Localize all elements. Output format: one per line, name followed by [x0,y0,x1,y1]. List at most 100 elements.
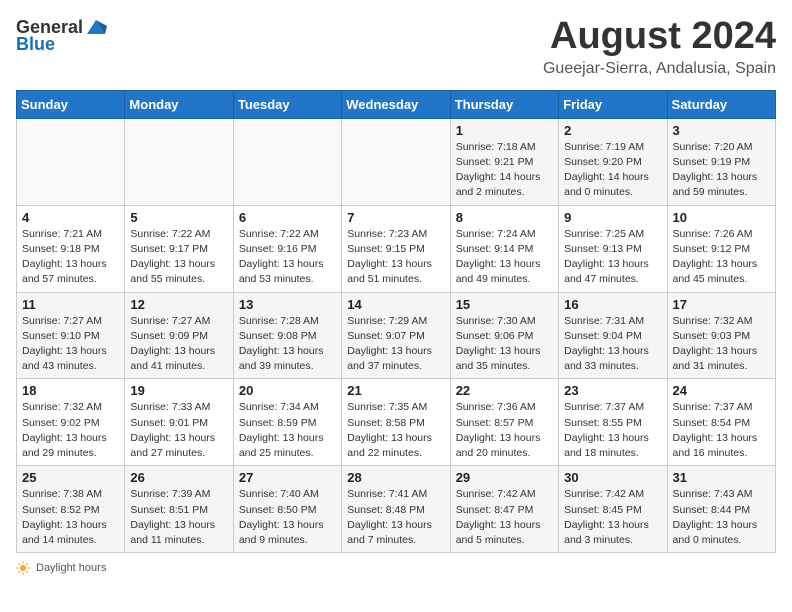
calendar-cell [17,118,125,205]
calendar-week-row: 4Sunrise: 7:21 AM Sunset: 9:18 PM Daylig… [17,205,776,292]
day-info: Sunrise: 7:30 AM Sunset: 9:06 PM Dayligh… [456,314,553,375]
calendar-cell: 17 Sunrise: 7:32 AM Sunset: 9:03 PM Dayli… [667,292,775,379]
calendar-cell: 25Sunrise: 7:38 AM Sunset: 8:52 PM Dayli… [17,466,125,553]
calendar-cell: 20 Sunrise: 7:34 AM Sunset: 8:59 PM Dayli… [233,379,341,466]
day-info: Sunrise: 7:32 AM Sunset: 9:03 PM Dayligh… [673,314,770,375]
calendar-cell: 27 Sunrise: 7:40 AM Sunset: 8:50 PM Dayli… [233,466,341,553]
calendar-cell: 2 Sunrise: 7:19 AM Sunset: 9:20 PM Daylig… [559,118,667,205]
calendar-cell: 11 Sunrise: 7:27 AM Sunset: 9:10 PM Dayli… [17,292,125,379]
sun-icon [16,561,30,575]
day-info: Sunrise: 7:28 AM Sunset: 9:08 PM Dayligh… [239,314,336,375]
calendar-week-row: 18 Sunrise: 7:32 AM Sunset: 9:02 PM Dayli… [17,379,776,466]
day-number: 21 [347,383,444,398]
calendar-cell: 12Sunrise: 7:27 AM Sunset: 9:09 PM Dayli… [125,292,233,379]
main-title: August 2024 [543,16,776,58]
logo-blue: Blue [16,34,55,55]
day-info: Sunrise: 7:25 AM Sunset: 9:13 PM Dayligh… [564,227,661,288]
weekday-header-tuesday: Tuesday [233,90,341,118]
subtitle: Gueejar-Sierra, Andalusia, Spain [543,60,776,78]
day-info: Sunrise: 7:37 AM Sunset: 8:55 PM Dayligh… [564,400,661,461]
weekday-header-saturday: Saturday [667,90,775,118]
calendar-cell: 3Sunrise: 7:20 AM Sunset: 9:19 PM Daylig… [667,118,775,205]
page-header: General Blue August 2024 Gueejar-Sierra,… [16,16,776,78]
weekday-header-monday: Monday [125,90,233,118]
day-number: 29 [456,470,553,485]
calendar-header-row: SundayMondayTuesdayWednesdayThursdayFrid… [17,90,776,118]
day-info: Sunrise: 7:29 AM Sunset: 9:07 PM Dayligh… [347,314,444,375]
day-info: Sunrise: 7:37 AM Sunset: 8:54 PM Dayligh… [673,400,770,461]
day-number: 22 [456,383,553,398]
calendar-week-row: 1Sunrise: 7:18 AM Sunset: 9:21 PM Daylig… [17,118,776,205]
day-number: 20 [239,383,336,398]
calendar-cell [233,118,341,205]
day-number: 26 [130,470,227,485]
day-info: Sunrise: 7:27 AM Sunset: 9:10 PM Dayligh… [22,314,119,375]
calendar-cell: 18 Sunrise: 7:32 AM Sunset: 9:02 PM Dayli… [17,379,125,466]
day-info: Sunrise: 7:35 AM Sunset: 8:58 PM Dayligh… [347,400,444,461]
calendar-week-row: 11 Sunrise: 7:27 AM Sunset: 9:10 PM Dayli… [17,292,776,379]
day-info: Sunrise: 7:19 AM Sunset: 9:20 PM Dayligh… [564,140,661,201]
day-info: Sunrise: 7:22 AM Sunset: 9:17 PM Dayligh… [130,227,227,288]
day-info: Sunrise: 7:31 AM Sunset: 9:04 PM Dayligh… [564,314,661,375]
title-area: August 2024 Gueejar-Sierra, Andalusia, S… [543,16,776,78]
calendar-cell: 9 Sunrise: 7:25 AM Sunset: 9:13 PM Daylig… [559,205,667,292]
calendar-cell: 21 Sunrise: 7:35 AM Sunset: 8:58 PM Dayli… [342,379,450,466]
day-info: Sunrise: 7:33 AM Sunset: 9:01 PM Dayligh… [130,400,227,461]
calendar-cell: 1Sunrise: 7:18 AM Sunset: 9:21 PM Daylig… [450,118,558,205]
calendar-week-row: 25Sunrise: 7:38 AM Sunset: 8:52 PM Dayli… [17,466,776,553]
day-info: Sunrise: 7:39 AM Sunset: 8:51 PM Dayligh… [130,487,227,548]
day-number: 28 [347,470,444,485]
day-number: 17 [673,297,770,312]
calendar-cell: 6 Sunrise: 7:22 AM Sunset: 9:16 PM Daylig… [233,205,341,292]
footer: Daylight hours [16,561,776,575]
daylight-label: Daylight hours [36,562,106,574]
day-info: Sunrise: 7:32 AM Sunset: 9:02 PM Dayligh… [22,400,119,461]
day-number: 11 [22,297,119,312]
day-number: 2 [564,123,661,138]
day-number: 23 [564,383,661,398]
day-info: Sunrise: 7:43 AM Sunset: 8:44 PM Dayligh… [673,487,770,548]
day-number: 30 [564,470,661,485]
day-info: Sunrise: 7:42 AM Sunset: 8:45 PM Dayligh… [564,487,661,548]
day-number: 12 [130,297,227,312]
day-number: 18 [22,383,119,398]
day-number: 9 [564,210,661,225]
day-number: 7 [347,210,444,225]
day-number: 25 [22,470,119,485]
day-number: 24 [673,383,770,398]
day-number: 6 [239,210,336,225]
day-number: 1 [456,123,553,138]
day-info: Sunrise: 7:24 AM Sunset: 9:14 PM Dayligh… [456,227,553,288]
day-number: 10 [673,210,770,225]
day-number: 27 [239,470,336,485]
day-info: Sunrise: 7:22 AM Sunset: 9:16 PM Dayligh… [239,227,336,288]
day-number: 15 [456,297,553,312]
calendar-cell: 28 Sunrise: 7:41 AM Sunset: 8:48 PM Dayli… [342,466,450,553]
calendar-cell: 4Sunrise: 7:21 AM Sunset: 9:18 PM Daylig… [17,205,125,292]
day-number: 19 [130,383,227,398]
weekday-header-friday: Friday [559,90,667,118]
day-number: 4 [22,210,119,225]
day-info: Sunrise: 7:23 AM Sunset: 9:15 PM Dayligh… [347,227,444,288]
calendar-cell: 5 Sunrise: 7:22 AM Sunset: 9:17 PM Daylig… [125,205,233,292]
day-number: 8 [456,210,553,225]
calendar-cell: 23 Sunrise: 7:37 AM Sunset: 8:55 PM Dayli… [559,379,667,466]
day-number: 14 [347,297,444,312]
day-info: Sunrise: 7:36 AM Sunset: 8:57 PM Dayligh… [456,400,553,461]
day-info: Sunrise: 7:40 AM Sunset: 8:50 PM Dayligh… [239,487,336,548]
calendar-table: SundayMondayTuesdayWednesdayThursdayFrid… [16,90,776,553]
day-info: Sunrise: 7:41 AM Sunset: 8:48 PM Dayligh… [347,487,444,548]
calendar-cell: 26 Sunrise: 7:39 AM Sunset: 8:51 PM Dayli… [125,466,233,553]
logo-icon [85,16,107,38]
calendar-cell: 29Sunrise: 7:42 AM Sunset: 8:47 PM Dayli… [450,466,558,553]
calendar-cell: 16Sunrise: 7:31 AM Sunset: 9:04 PM Dayli… [559,292,667,379]
day-info: Sunrise: 7:34 AM Sunset: 8:59 PM Dayligh… [239,400,336,461]
weekday-header-wednesday: Wednesday [342,90,450,118]
calendar-cell: 10Sunrise: 7:26 AM Sunset: 9:12 PM Dayli… [667,205,775,292]
calendar-cell: 14 Sunrise: 7:29 AM Sunset: 9:07 PM Dayli… [342,292,450,379]
calendar-cell [342,118,450,205]
calendar-cell: 24 Sunrise: 7:37 AM Sunset: 8:54 PM Dayli… [667,379,775,466]
calendar-cell: 30 Sunrise: 7:42 AM Sunset: 8:45 PM Dayli… [559,466,667,553]
calendar-cell: 31Sunrise: 7:43 AM Sunset: 8:44 PM Dayli… [667,466,775,553]
day-number: 5 [130,210,227,225]
